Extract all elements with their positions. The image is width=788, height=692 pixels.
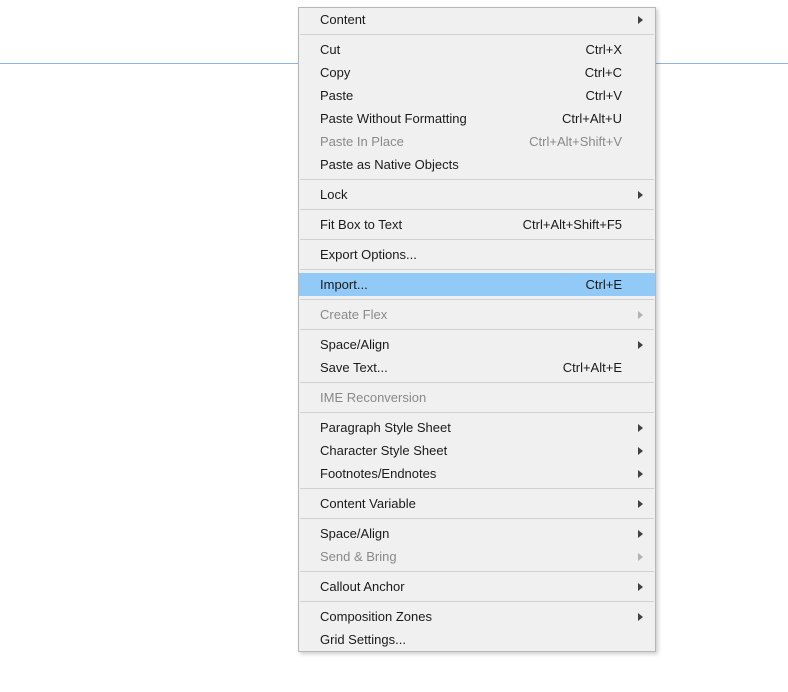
- menu-item-label: Space/Align: [320, 526, 389, 541]
- menu-separator: [300, 571, 654, 572]
- context-menu: ContentCutCtrl+XCopyCtrl+CPasteCtrl+VPas…: [298, 7, 656, 652]
- chevron-right-icon: [638, 470, 643, 478]
- menu-item-label: Paste In Place: [320, 134, 404, 149]
- menu-item-label: Export Options...: [320, 247, 417, 262]
- chevron-right-icon: [638, 583, 643, 591]
- menu-item-label: IME Reconversion: [320, 390, 426, 405]
- menu-item-label: Space/Align: [320, 337, 389, 352]
- chevron-right-icon: [638, 447, 643, 455]
- menu-item-label: Content Variable: [320, 496, 416, 511]
- menu-item-cut[interactable]: Cut Ctrl+X: [299, 38, 655, 61]
- menu-item-space-align[interactable]: Space/Align: [299, 522, 655, 545]
- menu-separator: [300, 299, 654, 300]
- menu-separator: [300, 179, 654, 180]
- menu-item-label: Paste as Native Objects: [320, 157, 459, 172]
- menu-item-label: Callout Anchor: [320, 579, 405, 594]
- menu-item-shortcut: Ctrl+Alt+E: [563, 360, 622, 375]
- menu-item-paste-in-place: Paste In Place Ctrl+Alt+Shift+V: [299, 130, 655, 153]
- menu-separator: [300, 329, 654, 330]
- chevron-right-icon: [638, 530, 643, 538]
- menu-item-label: Paste: [320, 88, 353, 103]
- menu-item-callout-anchor[interactable]: Callout Anchor: [299, 575, 655, 598]
- menu-item-label: Paragraph Style Sheet: [320, 420, 451, 435]
- menu-item-paste-as-native-objects[interactable]: Paste as Native Objects: [299, 153, 655, 176]
- menu-item-label: Copy: [320, 65, 350, 80]
- menu-item-shortcut: Ctrl+Alt+Shift+F5: [523, 217, 622, 232]
- menu-item-label: Cut: [320, 42, 340, 57]
- menu-item-shortcut: Ctrl+Alt+U: [562, 111, 622, 126]
- menu-item-shortcut: Ctrl+X: [586, 42, 622, 57]
- menu-item-copy[interactable]: Copy Ctrl+C: [299, 61, 655, 84]
- menu-item-content[interactable]: Content: [299, 8, 655, 31]
- menu-separator: [300, 269, 654, 270]
- menu-item-label: Footnotes/Endnotes: [320, 466, 436, 481]
- menu-item-import[interactable]: Import... Ctrl+E: [299, 273, 655, 296]
- chevron-right-icon: [638, 613, 643, 621]
- menu-item-paste[interactable]: Paste Ctrl+V: [299, 84, 655, 107]
- menu-separator: [300, 488, 654, 489]
- menu-item-shortcut: Ctrl+Alt+Shift+V: [529, 134, 622, 149]
- menu-item-composition-zones[interactable]: Composition Zones: [299, 605, 655, 628]
- menu-separator: [300, 601, 654, 602]
- menu-item-shortcut: Ctrl+E: [586, 277, 622, 292]
- chevron-right-icon: [638, 341, 643, 349]
- menu-item-label: Paste Without Formatting: [320, 111, 467, 126]
- menu-item-label: Save Text...: [320, 360, 388, 375]
- menu-item-paste-without-formatting[interactable]: Paste Without Formatting Ctrl+Alt+U: [299, 107, 655, 130]
- menu-item-grid-settings[interactable]: Grid Settings...: [299, 628, 655, 651]
- menu-item-label: Grid Settings...: [320, 632, 406, 647]
- menu-item-space-align[interactable]: Space/Align: [299, 333, 655, 356]
- menu-item-footnotes-endnotes[interactable]: Footnotes/Endnotes: [299, 462, 655, 485]
- menu-item-label: Import...: [320, 277, 368, 292]
- menu-item-lock[interactable]: Lock: [299, 183, 655, 206]
- chevron-right-icon: [638, 553, 643, 561]
- menu-separator: [300, 34, 654, 35]
- menu-separator: [300, 412, 654, 413]
- menu-item-label: Create Flex: [320, 307, 387, 322]
- menu-item-label: Content: [320, 12, 366, 27]
- chevron-right-icon: [638, 424, 643, 432]
- menu-item-character-style-sheet[interactable]: Character Style Sheet: [299, 439, 655, 462]
- menu-item-send-bring: Send & Bring: [299, 545, 655, 568]
- chevron-right-icon: [638, 16, 643, 24]
- menu-item-export-options[interactable]: Export Options...: [299, 243, 655, 266]
- chevron-right-icon: [638, 191, 643, 199]
- menu-item-content-variable[interactable]: Content Variable: [299, 492, 655, 515]
- menu-separator: [300, 209, 654, 210]
- menu-item-ime-reconversion: IME Reconversion: [299, 386, 655, 409]
- menu-item-shortcut: Ctrl+V: [586, 88, 622, 103]
- chevron-right-icon: [638, 311, 643, 319]
- menu-item-fit-box-to-text[interactable]: Fit Box to Text Ctrl+Alt+Shift+F5: [299, 213, 655, 236]
- menu-item-paragraph-style-sheet[interactable]: Paragraph Style Sheet: [299, 416, 655, 439]
- menu-separator: [300, 518, 654, 519]
- menu-item-shortcut: Ctrl+C: [585, 65, 622, 80]
- menu-separator: [300, 239, 654, 240]
- menu-separator: [300, 382, 654, 383]
- menu-item-create-flex: Create Flex: [299, 303, 655, 326]
- menu-item-label: Lock: [320, 187, 347, 202]
- chevron-right-icon: [638, 500, 643, 508]
- menu-item-label: Composition Zones: [320, 609, 432, 624]
- menu-item-label: Send & Bring: [320, 549, 397, 564]
- menu-item-label: Fit Box to Text: [320, 217, 402, 232]
- menu-item-label: Character Style Sheet: [320, 443, 447, 458]
- menu-item-save-text[interactable]: Save Text... Ctrl+Alt+E: [299, 356, 655, 379]
